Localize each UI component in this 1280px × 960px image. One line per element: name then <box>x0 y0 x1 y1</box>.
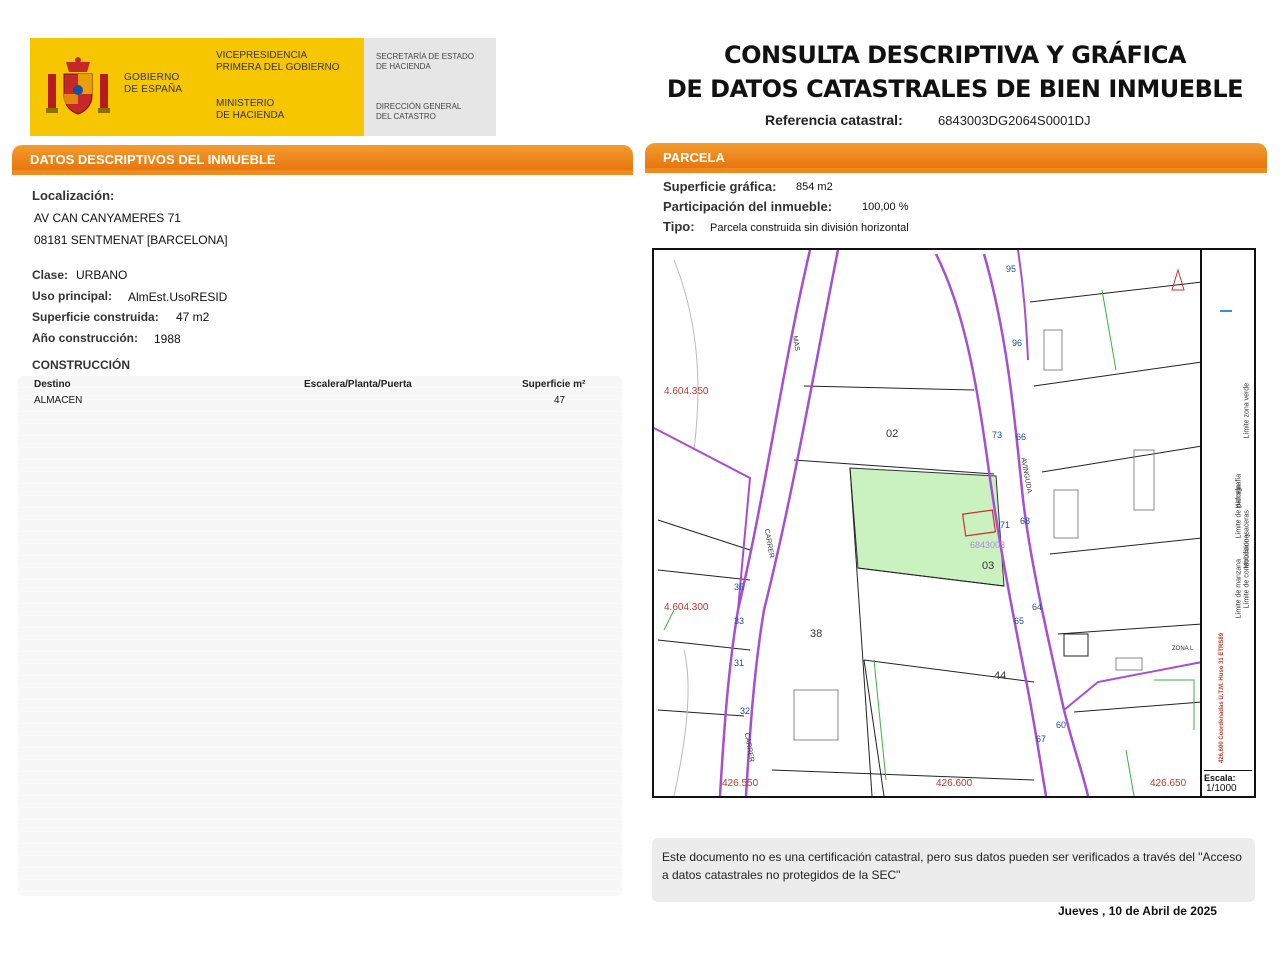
class-label: Clase: <box>32 268 69 282</box>
disclaimer-note: Este documento no es una certificación c… <box>652 838 1255 902</box>
coord-label-bottom-3: 426.650 <box>1150 778 1187 789</box>
gov-name: GOBIERNO DE ESPAÑA <box>124 72 183 95</box>
house-number: 96 <box>1012 338 1023 348</box>
house-number: 71 <box>1000 520 1011 530</box>
table-header-superficie: Superficie m² <box>522 379 586 390</box>
address-line-2: 08181 SENTMENAT [BARCELONA] <box>34 233 228 247</box>
house-number: 32 <box>740 706 751 716</box>
legend-construction-limit: Límite de construcciones <box>1243 531 1251 609</box>
type-label: Tipo: <box>663 219 695 234</box>
table-header-destino: Destino <box>34 379 71 390</box>
house-number: 66 <box>1016 432 1027 442</box>
house-number: 60 <box>1056 720 1067 730</box>
house-number: 95 <box>1006 264 1017 274</box>
directorate-label: DIRECCIÓN GENERAL DEL CATASTRO <box>376 102 462 121</box>
address-line-1: AV CAN CANYAMERES 71 <box>34 211 181 225</box>
section-bar-descriptive: DATOS DESCRIPTIVOS DEL INMUEBLE <box>12 145 633 175</box>
graphic-area-value: 854 m2 <box>796 181 833 193</box>
construction-section-title: CONSTRUCCIÓN <box>32 358 130 372</box>
document-date: Jueves , 10 de Abril de 2025 <box>1058 904 1217 918</box>
house-number: 68 <box>1020 516 1031 526</box>
coord-system-note: 426,600 Coordenadas U.T.M. Huso 31 ETRS8… <box>1219 632 1225 763</box>
main-use-value: AlmEst.UsoRESID <box>128 290 228 304</box>
coord-label-bottom-2: 426.600 <box>936 778 973 789</box>
table-cell-superficie: 47 <box>554 395 566 406</box>
coord-label-left-mid: 4.604.300 <box>664 602 709 613</box>
participation-label: Participación del inmueble: <box>663 199 833 214</box>
legend-green-zone: Límite zona verde <box>1243 382 1251 439</box>
parcel-label-44: 44 <box>994 670 1007 682</box>
legend-divider <box>1200 248 1202 798</box>
graphic-area-label: Superficie gráfica: <box>663 179 777 194</box>
coord-label-bottom-1: 426.550 <box>722 778 759 789</box>
coord-label-left-top: 4.604.350 <box>664 386 709 397</box>
section-title-descriptive: DATOS DESCRIPTIVOS DEL INMUEBLE <box>30 152 276 167</box>
parcel-label-38: 38 <box>810 628 823 640</box>
house-number: 35 <box>734 582 745 592</box>
cadastral-ref-label: Referencia catastral: <box>765 112 903 128</box>
house-number: 33 <box>734 616 745 626</box>
location-label: Localización: <box>32 188 115 203</box>
cadastral-ref-value: 6843003DG2064S0001DJ <box>938 113 1091 128</box>
scale-label: Escala: <box>1204 770 1252 783</box>
map-legend: Hidrografía Límite zona verde Límite de … <box>1202 250 1254 796</box>
section-bar-parcel: PARCELA <box>645 143 1267 173</box>
section-title-parcel: PARCELA <box>663 150 725 165</box>
scale-value: 1/1000 <box>1206 783 1237 794</box>
parcel-label-02: 02 <box>886 428 899 440</box>
page-title: CONSULTA DESCRIPTIVA Y GRÁFICA DE DATOS … <box>666 41 1244 103</box>
construction-year-value: 1988 <box>154 332 181 346</box>
house-number: 31 <box>734 658 745 668</box>
vicepresidency-label: VICEPRESIDENCIA PRIMERA DEL GOBIERNO <box>216 50 340 73</box>
parcel-label-03: 03 <box>982 560 995 572</box>
class-value: URBANO <box>76 268 128 282</box>
type-value: Parcela construida sin división horizont… <box>710 222 909 234</box>
participation-value: 100,00 % <box>862 201 909 213</box>
zone-label: ZONA L <box>1172 646 1194 652</box>
secretariat-label: SECRETARÍA DE ESTADO DE HACIENDA <box>376 52 474 71</box>
table-header-escalera: Escalera/Planta/Puerta <box>304 379 412 390</box>
construction-year-label: Año construcción: <box>32 331 139 345</box>
legend-swatch-hydro <box>1220 310 1232 312</box>
main-use-label: Uso principal: <box>32 289 113 303</box>
parcel-ref-label: 6843003 <box>970 540 1006 550</box>
house-number: 64 <box>1032 602 1043 612</box>
house-number: 65 <box>1014 616 1025 626</box>
built-area-label: Superficie construida: <box>32 310 159 324</box>
ministry-label: MINISTERIO DE HACIENDA <box>216 98 285 121</box>
house-number: 73 <box>992 430 1003 440</box>
house-number: 67 <box>1036 734 1047 744</box>
built-area-value: 47 m2 <box>176 310 210 324</box>
table-cell-destino: ALMACEN <box>34 395 83 406</box>
cadastral-map[interactable]: 4.604.350 4.604.300 426.550 426.600 426.… <box>652 248 1256 798</box>
construction-table <box>18 376 622 896</box>
government-header: GOBIERNO DE ESPAÑA VICEPRESIDENCIA PRIME… <box>30 38 496 136</box>
legend-block-limit: Límite de manzana <box>1235 558 1243 619</box>
coat-of-arms-icon <box>46 57 110 115</box>
